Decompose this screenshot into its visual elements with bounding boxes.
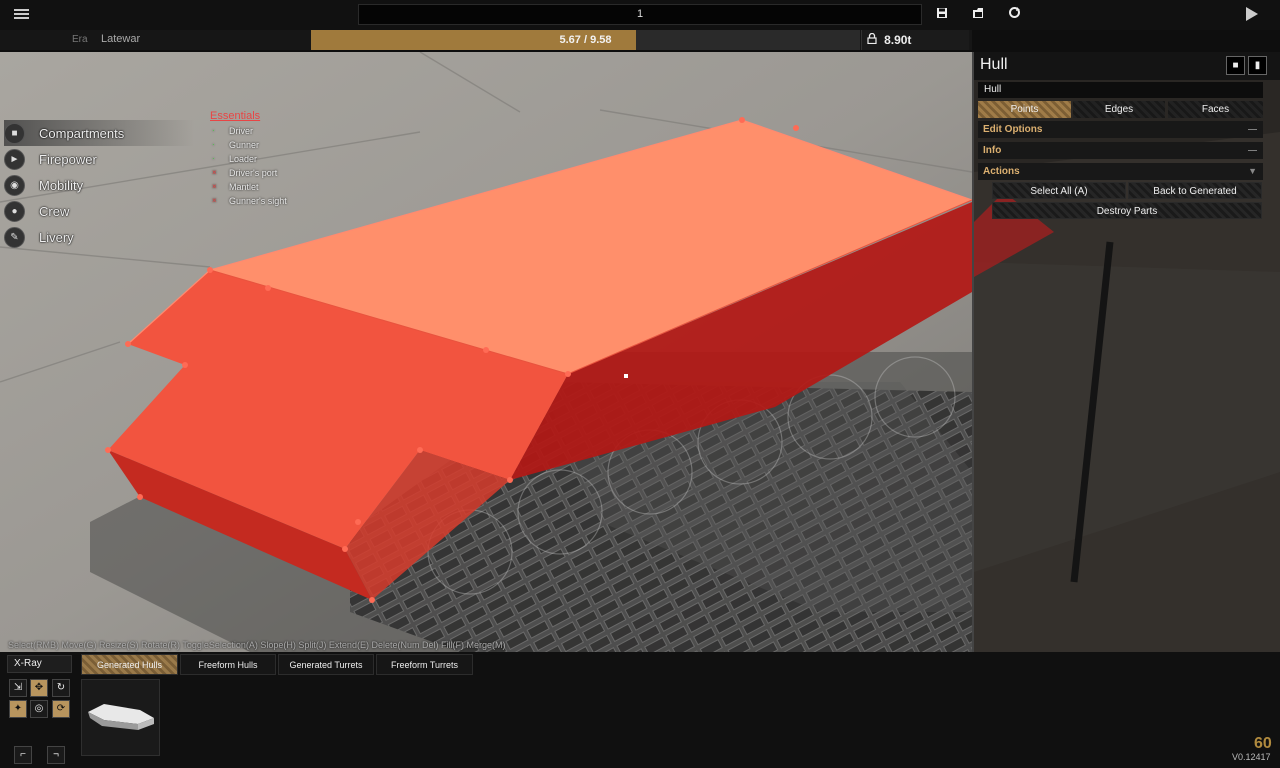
- hull-thumbnail[interactable]: [81, 679, 160, 756]
- essential-item: × Driver's port: [210, 168, 287, 182]
- weight-progress-bar: 5.67 / 9.58: [311, 30, 860, 50]
- mode-faces-button[interactable]: Faces: [1168, 101, 1263, 118]
- cross-icon: ×: [212, 196, 217, 205]
- panel-title: Hull: [980, 56, 1008, 73]
- version-label: V0.12417: [1232, 752, 1271, 762]
- section-label: Edit Options: [983, 124, 1043, 135]
- essential-item: · Driver: [210, 126, 287, 140]
- essential-item: × Mantlet: [210, 182, 287, 196]
- tonnage-value: 8.90t: [884, 33, 912, 47]
- mode-edges-button[interactable]: Edges: [1073, 101, 1165, 118]
- essential-label: Gunner: [229, 140, 260, 150]
- nav-item-crew[interactable]: ● Crew: [4, 198, 194, 224]
- essential-label: Mantlet: [229, 182, 259, 192]
- cycle-icon[interactable]: ⟳: [52, 700, 70, 718]
- nav-item-compartments[interactable]: ■ Compartments: [4, 120, 194, 146]
- section-actions[interactable]: Actions ▼: [978, 163, 1263, 180]
- era-label: Era: [72, 34, 88, 45]
- xray-toggle[interactable]: X-Ray: [7, 655, 72, 673]
- rotate-tool-icon[interactable]: ↻: [52, 679, 70, 697]
- play-icon[interactable]: [1246, 7, 1258, 21]
- essential-item: · Gunner: [210, 140, 287, 154]
- essential-label: Driver: [229, 126, 253, 136]
- tab-freeform-turrets[interactable]: Freeform Turrets: [376, 654, 473, 675]
- back-to-generated-button[interactable]: Back to Generated: [1128, 182, 1262, 199]
- nav-item-livery[interactable]: ✎ Livery: [4, 224, 194, 250]
- save-icon[interactable]: ■: [1226, 56, 1245, 75]
- section-edit-options[interactable]: Edit Options —: [978, 121, 1263, 138]
- essential-item: × Gunner's sight: [210, 196, 287, 210]
- part-name-field[interactable]: Hull: [978, 82, 1263, 98]
- 3d-viewport[interactable]: ■ Compartments ► Firepower ◉ Mobility ● …: [0, 52, 972, 652]
- cross-icon: ×: [212, 168, 217, 177]
- nav-item-label: Livery: [39, 229, 74, 245]
- nav-item-mobility[interactable]: ◉ Mobility: [4, 172, 194, 198]
- firepower-icon: ►: [4, 148, 25, 170]
- hamburger-menu-icon[interactable]: [14, 7, 36, 23]
- section-info[interactable]: Info —: [978, 142, 1263, 159]
- tab-freeform-hulls[interactable]: Freeform Hulls: [180, 654, 276, 675]
- cross-icon: ×: [212, 182, 217, 191]
- check-icon: ·: [212, 126, 215, 135]
- essentials-list: Essentials · Driver · Gunner · Loader × Driv…: [210, 110, 287, 210]
- mobility-icon: ◉: [4, 174, 25, 196]
- tab-generated-hulls[interactable]: Generated Hulls: [81, 654, 178, 675]
- tonnage-display: 8.90t: [861, 30, 969, 50]
- status-bar: Era Latewar 5.67 / 9.58 8.90t: [0, 30, 972, 50]
- fps-counter: 60: [1254, 735, 1272, 752]
- pivot-icon[interactable]: ◎: [30, 700, 48, 718]
- compartments-icon: ■: [4, 122, 25, 144]
- load-icon[interactable]: ▮: [1248, 56, 1267, 75]
- essential-label: Driver's port: [229, 168, 278, 178]
- era-value[interactable]: Latewar: [101, 33, 140, 45]
- mirror-right-icon[interactable]: ¬: [47, 746, 65, 764]
- section-label: Info: [983, 145, 1002, 156]
- essential-label: Loader: [229, 154, 258, 164]
- essential-item: · Loader: [210, 154, 287, 168]
- nav-item-label: Mobility: [39, 177, 84, 193]
- weight-text: 5.67 / 9.58: [559, 34, 612, 46]
- check-icon: ·: [212, 154, 215, 163]
- move-tool-icon[interactable]: ✥: [30, 679, 48, 697]
- panel-header: Hull ■ ▮: [974, 52, 1280, 80]
- lock-icon: [867, 32, 880, 47]
- essentials-title: Essentials: [210, 110, 261, 122]
- nav-item-firepower[interactable]: ► Firepower: [4, 146, 194, 172]
- collapse-icon: —: [1248, 145, 1257, 155]
- collapse-icon: —: [1248, 124, 1257, 134]
- bottom-toolbar: X-Ray ⇲ ✥ ↻ ✦ ◎ ⟳ ⌐ ¬ Generated Hulls Fr…: [0, 652, 1280, 768]
- snap-icon[interactable]: ✦: [9, 700, 27, 718]
- mirror-left-icon[interactable]: ⌐: [14, 746, 32, 764]
- vehicle-name-field[interactable]: 1: [358, 4, 922, 25]
- destroy-parts-button[interactable]: Destroy Parts: [992, 202, 1262, 219]
- tab-generated-turrets[interactable]: Generated Turrets: [278, 654, 374, 675]
- nav-item-label: Compartments: [39, 125, 125, 141]
- nav-item-label: Crew: [39, 203, 70, 219]
- check-icon: ·: [212, 140, 215, 149]
- top-bar: 1: [0, 0, 1280, 30]
- load-icon[interactable]: [969, 6, 987, 24]
- essential-label: Gunner's sight: [229, 196, 287, 206]
- nav-item-label: Firepower: [39, 151, 97, 167]
- hull-preview-image: [88, 704, 154, 730]
- expand-icon: ▼: [1248, 166, 1257, 176]
- scale-tool-icon[interactable]: ⇲: [9, 679, 27, 697]
- crew-icon: ●: [4, 200, 25, 222]
- save-icon[interactable]: [933, 6, 951, 24]
- livery-icon: ✎: [4, 226, 25, 248]
- hotkey-hints: Select(RMB) Move(G) Resize(S) Rotate(R) …: [8, 640, 506, 650]
- reset-icon[interactable]: [1005, 6, 1023, 24]
- hull-panel: Hull ■ ▮ Hull Points Edges Faces Edit Op…: [972, 52, 1280, 652]
- category-nav: ■ Compartments ► Firepower ◉ Mobility ● …: [4, 120, 194, 250]
- section-label: Actions: [983, 166, 1020, 177]
- select-all-button[interactable]: Select All (A): [992, 182, 1126, 199]
- mode-points-button[interactable]: Points: [978, 101, 1071, 118]
